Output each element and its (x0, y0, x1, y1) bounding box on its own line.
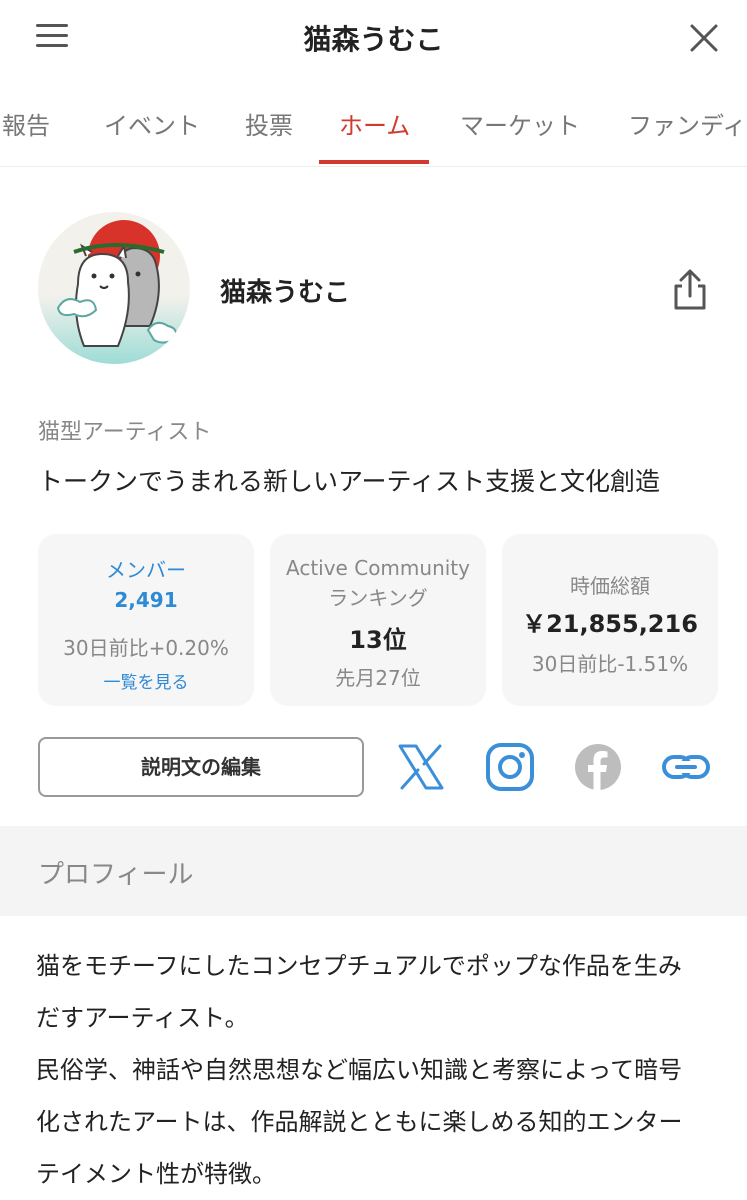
tab-funding[interactable]: ファンディング (628, 106, 747, 141)
close-icon[interactable] (684, 18, 724, 58)
profile-section-header: プロフィール (0, 826, 747, 916)
tab-events[interactable]: イベント (104, 106, 200, 141)
ranking-previous: 先月27位 (335, 666, 421, 690)
market-cap-card: 時価総額 ￥21,855,216 30日前比-1.51% (502, 534, 718, 706)
ranking-label-line1: Active Community (286, 556, 470, 580)
market-cap-value: ￥21,855,216 (522, 610, 698, 638)
ranking-card: Active Community ランキング 13位 先月27位 (270, 534, 486, 706)
artist-category: 猫型アーティスト (38, 420, 212, 445)
profile-name: 猫森うむこ (220, 278, 351, 308)
market-cap-change: 30日前比-1.51% (531, 652, 689, 676)
share-icon[interactable] (668, 266, 712, 314)
edit-description-button[interactable]: 説明文の編集 (38, 737, 364, 797)
tab-report[interactable]: の報告 (0, 106, 50, 141)
facebook-icon[interactable] (573, 742, 623, 792)
market-cap-label: 時価総額 (570, 574, 650, 598)
ranking-label-line2: ランキング (328, 586, 428, 610)
instagram-icon[interactable] (485, 742, 535, 792)
avatar (38, 212, 190, 364)
description-line: テイメント性が特徴。 (36, 1160, 276, 1188)
x-icon[interactable] (396, 742, 446, 792)
tab-votes[interactable]: 投票 (245, 106, 293, 141)
ranking-value: 13位 (349, 626, 407, 654)
tagline: トークンでうまれる新しいアーティスト支援と文化創造 (38, 467, 661, 496)
link-icon[interactable] (661, 742, 711, 792)
tab-bar: の報告 イベント 投票 ホーム マーケット ファンディング (0, 88, 747, 167)
members-label: メンバー (106, 558, 186, 582)
description-line: 猫をモチーフにしたコンセプチュアルでポップな作品を生み (36, 952, 682, 980)
profile-description: 猫をモチーフにしたコンセプチュアルでポップな作品を生み だすアーティスト。 民俗… (36, 940, 726, 1200)
description-line: 民俗学、神話や自然思想など幅広い知識と考察によって暗号 (36, 1056, 683, 1084)
section-title: プロフィール (38, 860, 194, 890)
members-count: 2,491 (114, 588, 178, 612)
active-tab-indicator (319, 160, 429, 164)
header-title: 猫森うむこ (303, 23, 444, 56)
members-card: メンバー 2,491 30日前比+0.20% 一覧を見る (38, 534, 254, 706)
app-header: 猫森うむこ (0, 0, 747, 76)
description-line: だすアーティスト。 (36, 1004, 249, 1032)
view-members-link[interactable]: 一覧を見る (38, 668, 254, 693)
members-change: 30日前比+0.20% (63, 636, 229, 660)
tab-home[interactable]: ホーム (339, 106, 410, 141)
description-line: 化されたアートは、作品解説とともに楽しめる知的エンター (36, 1108, 683, 1136)
tab-market[interactable]: マーケット (460, 106, 580, 141)
